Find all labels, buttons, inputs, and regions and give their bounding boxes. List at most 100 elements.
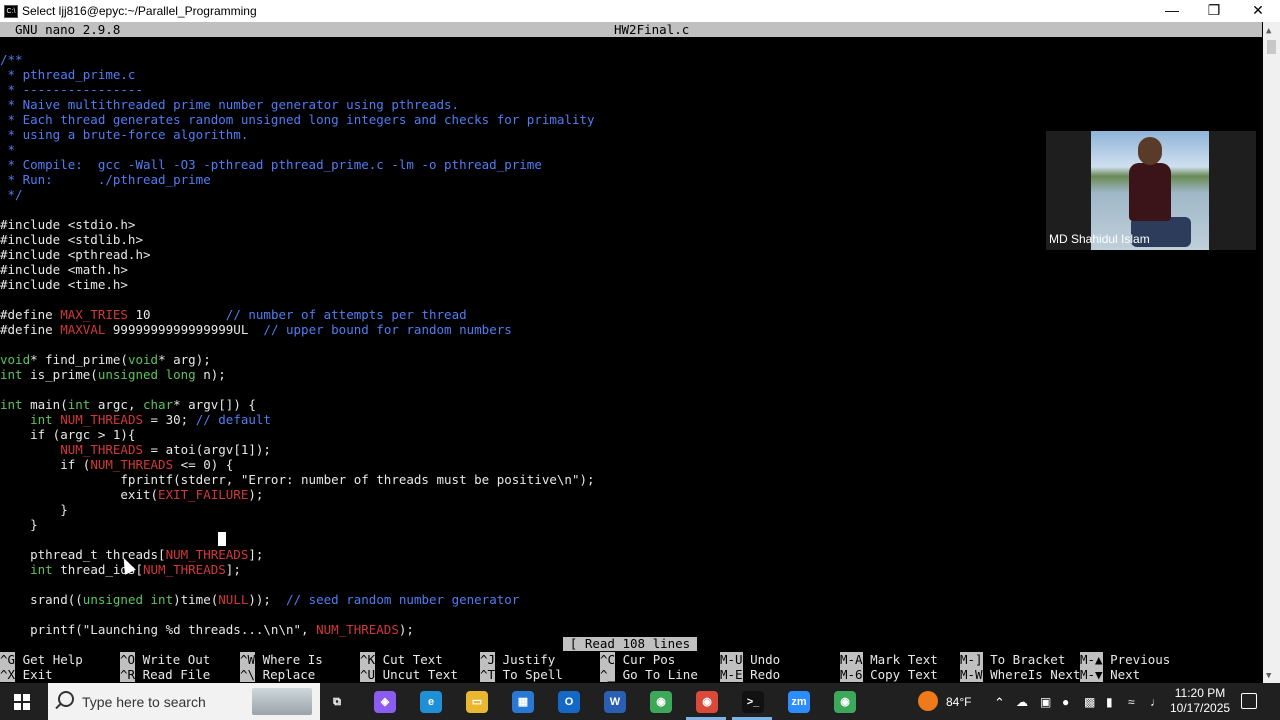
nano-filename: HW2Final.c xyxy=(614,22,690,37)
window-titlebar: C:\ Select ljj816@epyc:~/Parallel_Progra… xyxy=(0,0,1280,22)
shortcut-where-is: ^W Where Is xyxy=(240,652,323,667)
close-button[interactable]: ✕ xyxy=(1236,0,1280,22)
code-line[interactable]: * pthread_prime.c xyxy=(0,67,136,82)
video-call-tile[interactable]: MD Shahidul Islam xyxy=(1046,131,1256,250)
code-line[interactable]: void* find_prime(void* arg); xyxy=(0,352,211,367)
file-explorer-icon[interactable]: ▭ xyxy=(466,691,488,713)
code-line[interactable]: #define MAXVAL 9999999999999999UL // upp… xyxy=(0,322,512,337)
code-line[interactable]: #include <time.h> xyxy=(0,277,128,292)
nano-status-message: [ Read 108 lines ] xyxy=(563,637,697,665)
code-line[interactable]: #include <stdio.h> xyxy=(0,217,135,232)
edge-icon[interactable]: e xyxy=(420,691,442,713)
restore-icon: ❐ xyxy=(1207,2,1221,18)
word-icon[interactable]: W xyxy=(604,691,626,713)
code-line[interactable]: if (NUM_THREADS <= 0) { xyxy=(0,457,233,472)
shortcut-redo: M-E Redo xyxy=(720,667,781,682)
shortcut-exit: ^X Exit xyxy=(0,667,53,682)
microphone-icon[interactable]: ● xyxy=(1062,695,1069,709)
shortcut-cut-text: ^K Cut Text xyxy=(360,652,443,667)
code-line[interactable]: fprintf(stderr, "Error: number of thread… xyxy=(0,472,594,487)
show-hidden-icons-chevron-icon[interactable]: ⌃ xyxy=(994,695,1005,711)
code-line[interactable]: * Each thread generates random unsigned … xyxy=(0,112,595,127)
search-highlight-image xyxy=(252,688,312,715)
shortcut-uncut-text: ^U Uncut Text xyxy=(360,667,458,682)
scrollbar-thumb[interactable] xyxy=(1267,40,1276,54)
code-line[interactable]: NUM_THREADS = atoi(argv[1]); xyxy=(0,442,271,457)
code-line[interactable]: * Run: ./pthread_prime xyxy=(0,172,211,187)
code-line[interactable]: printf("Launching %d threads...\n\n", NU… xyxy=(0,622,414,637)
code-line[interactable]: * ---------------- xyxy=(0,82,143,97)
code-line[interactable]: } xyxy=(0,502,68,517)
notification-center-icon[interactable] xyxy=(1241,693,1257,709)
code-line[interactable]: * xyxy=(0,142,16,157)
shortcut-to-spell: ^T To Spell xyxy=(480,667,563,682)
scroll-down-arrow-icon[interactable]: ▼ xyxy=(1266,671,1271,681)
nano-header: GNU nano 2.9.8 HW2Final.c xyxy=(0,22,1262,37)
search-icon xyxy=(58,691,74,707)
shortcut-undo: M-U Undo xyxy=(720,652,781,667)
windows-taskbar: Type here to search ⧉ ◈ e ▭ ▦ O W ◉ ◉ >_ zm ◉ 84°F … xyxy=(0,683,1280,720)
code-line[interactable]: * using a brute-force algorithm. xyxy=(0,127,249,142)
taskbar-clock[interactable]: 11:20 PM 10/17/2025 xyxy=(1170,686,1230,716)
shortcut-cur-pos: ^C Cur Pos xyxy=(600,652,676,667)
battery-icon[interactable]: ▮ xyxy=(1106,695,1113,709)
code-line[interactable]: int main(int argc, char* argv[]) { xyxy=(0,397,256,412)
display-icon[interactable]: ▩ xyxy=(1084,695,1095,709)
terminal-icon[interactable]: >_ xyxy=(742,691,764,713)
window-title: Select ljj816@epyc:~/Parallel_Programmin… xyxy=(22,4,257,18)
code-line[interactable]: /** xyxy=(0,52,23,67)
code-line[interactable]: */ xyxy=(0,187,23,202)
code-line[interactable]: if (argc > 1){ xyxy=(0,427,135,442)
minimize-button[interactable]: — xyxy=(1150,0,1194,22)
chrome-profile-icon[interactable]: ◉ xyxy=(696,691,718,713)
microsoft-store-icon[interactable]: ▦ xyxy=(512,691,534,713)
clock-date: 10/17/2025 xyxy=(1170,701,1231,715)
cloud-icon[interactable]: ☁ xyxy=(1016,695,1028,709)
code-line[interactable]: #include <math.h> xyxy=(0,262,128,277)
copilot-icon[interactable]: ◈ xyxy=(374,691,396,713)
close-icon: ✕ xyxy=(1252,2,1264,18)
code-line[interactable]: #define MAX_TRIES 10 // number of attemp… xyxy=(0,307,467,322)
minimize-icon: — xyxy=(1165,2,1179,18)
shortcut-get-help: ^G Get Help xyxy=(0,652,83,667)
code-line[interactable]: #include <stdlib.h> xyxy=(0,232,143,247)
code-line[interactable]: pthread_t threads[NUM_THREADS]; xyxy=(0,547,263,562)
code-line[interactable]: srand((unsigned int)time(NULL)); // seed… xyxy=(0,592,519,607)
meet-icon[interactable]: ▣ xyxy=(1040,695,1051,709)
shortcut-write-out: ^O Write Out xyxy=(120,652,211,667)
code-line[interactable]: int NUM_THREADS = 30; // default xyxy=(0,412,271,427)
shortcut-replace: ^\ Replace xyxy=(240,667,316,682)
weather-temperature[interactable]: 84°F xyxy=(946,695,971,709)
outlook-icon[interactable]: O xyxy=(558,691,580,713)
weather-icon[interactable] xyxy=(918,691,938,711)
search-placeholder: Type here to search xyxy=(82,694,206,710)
scroll-up-arrow-icon[interactable]: ▲ xyxy=(1266,26,1271,36)
task-view-icon[interactable]: ⧉ xyxy=(326,691,348,713)
shortcut-mark-text: M-A Mark Text xyxy=(840,652,938,667)
volume-icon[interactable]: ♩ xyxy=(1150,695,1162,709)
code-line[interactable]: } xyxy=(0,517,38,532)
taskbar-search-box[interactable]: Type here to search xyxy=(48,683,320,720)
restore-button[interactable]: ❐ xyxy=(1192,0,1236,22)
shortcut-previous: M-▲ Previous xyxy=(1080,652,1171,667)
code-line[interactable]: * Naive multithreaded prime number gener… xyxy=(0,97,460,112)
shortcut-whereis-next: M-W WhereIs Next xyxy=(960,667,1081,682)
chrome-icon[interactable]: ◉ xyxy=(650,691,672,713)
clock-time: 11:20 PM xyxy=(1174,686,1226,700)
nano-version: GNU nano 2.9.8 xyxy=(15,22,121,37)
chrome-alt-icon[interactable]: ◉ xyxy=(834,691,856,713)
text-cursor xyxy=(218,532,226,546)
wifi-icon[interactable]: ≈ xyxy=(1128,695,1135,709)
code-line[interactable]: int is_prime(unsigned long n); xyxy=(0,367,226,382)
shortcut-read-file: ^R Read File xyxy=(120,667,211,682)
zoom-icon[interactable]: zm xyxy=(788,691,810,713)
code-line[interactable]: * Compile: gcc -Wall -O3 -pthread pthrea… xyxy=(0,157,542,172)
windows-start-icon[interactable] xyxy=(14,694,30,710)
shortcut-copy-text: M-6 Copy Text xyxy=(840,667,938,682)
shortcut-go-to-line: ^_ Go To Line xyxy=(600,667,698,682)
vertical-scrollbar[interactable]: ▲ ▼ xyxy=(1263,22,1280,683)
code-line[interactable]: #include <pthread.h> xyxy=(0,247,151,262)
participant-name: MD Shahidul Islam xyxy=(1049,232,1150,246)
shortcut-to-bracket: M-] To Bracket xyxy=(960,652,1066,667)
code-line[interactable]: exit(EXIT_FAILURE); xyxy=(0,487,263,502)
